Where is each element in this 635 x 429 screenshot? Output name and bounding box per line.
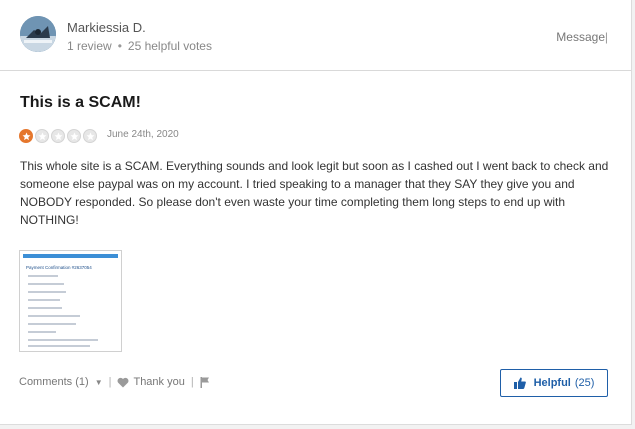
attachment-text-line [28,323,76,325]
review-date: June 24th, 2020 [107,129,179,140]
helpful-count: (25) [574,377,595,389]
attachment-title: Payment Confirmation #2637054 [26,265,92,270]
thumbs-up-icon [513,377,526,389]
attachment-text-line [28,291,66,293]
attachment-text-line [28,283,64,285]
review-header: Markiessia D. 1 review • 25 helpful votes … [0,0,631,71]
comments-label: Comments (1) [19,376,89,388]
thank-you-button[interactable]: Thank you [117,376,185,388]
attachment-text-line [28,331,56,333]
star-rating [19,129,97,143]
star-icon [51,129,65,143]
flag-icon[interactable] [200,376,210,388]
helpful-votes: 25 helpful votes [127,39,212,53]
message-link[interactable]: Message [556,30,605,44]
attachment-thumbnail[interactable]: Payment Confirmation #2637054 [19,250,122,352]
helpful-label: Helpful [533,377,571,389]
footer-separator: | [108,376,112,388]
comments-toggle[interactable]: Comments (1) ▼ [19,376,103,388]
attachment-text-line [28,275,58,277]
star-icon [35,129,49,143]
star-icon [19,129,33,143]
avatar[interactable] [20,16,56,52]
helpful-button[interactable]: Helpful (25) [500,369,608,397]
chevron-down-icon: ▼ [94,378,103,387]
reviewer-stats: 1 review • 25 helpful votes [67,39,212,53]
heart-icon [117,377,129,388]
review-count: 1 review [67,39,112,53]
meta-dot: • [117,39,122,53]
review-card: Markiessia D. 1 review • 25 helpful votes … [0,0,632,425]
header-separator: | [604,30,608,44]
thank-you-label: Thank you [133,376,185,388]
attachment-header-bar [23,254,118,258]
star-icon [83,129,97,143]
star-icon [67,129,81,143]
attachment-text-line [28,345,90,347]
attachment-text-line [28,299,60,301]
avatar-photo-icon [20,16,56,52]
footer-separator: | [190,376,194,388]
attachment-text-line [28,315,80,317]
review-actions: Comments (1) ▼ | Thank you | [19,376,210,388]
reviewer-name[interactable]: Markiessia D. [67,20,146,35]
attachment-text-line [28,339,98,341]
review-body: This whole site is a SCAM. Everything so… [20,159,609,227]
review-title: This is a SCAM! [20,94,141,111]
attachment-text-line [28,307,62,309]
